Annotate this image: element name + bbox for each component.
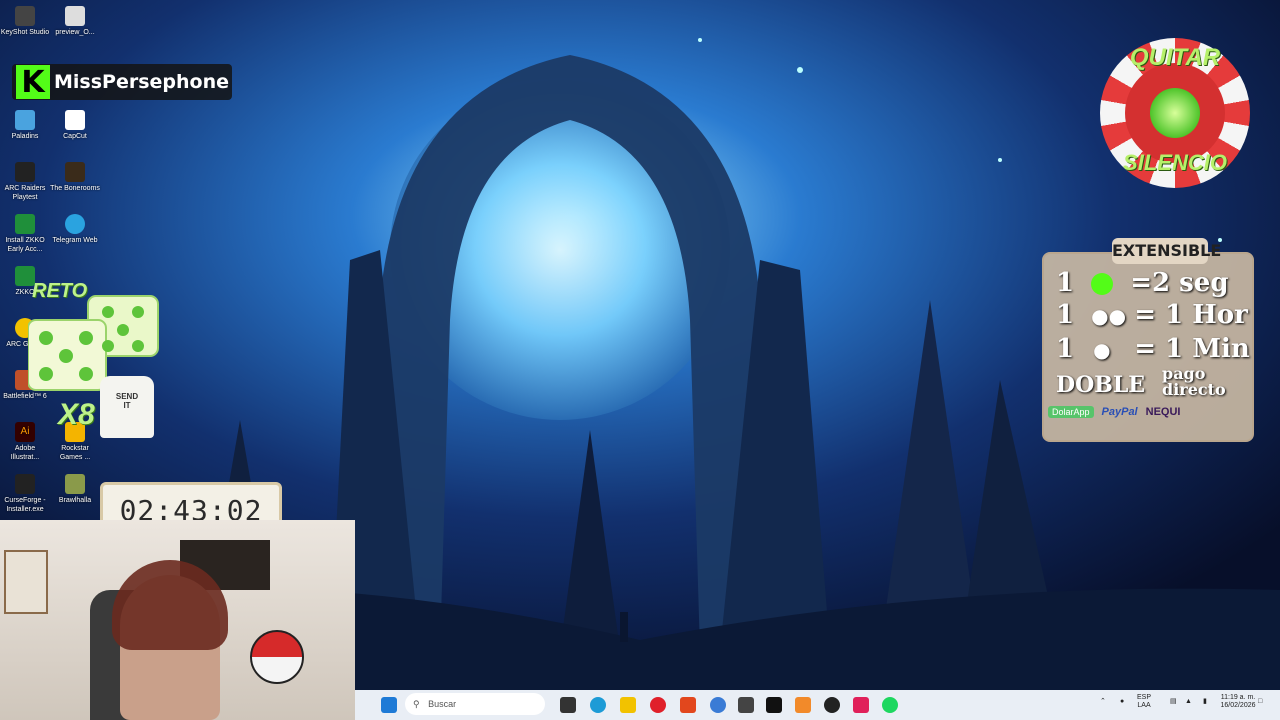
app-icon[interactable] bbox=[738, 697, 754, 713]
paladins-icon bbox=[15, 110, 35, 130]
desktop-icon-bonerooms[interactable]: The Bonerooms bbox=[50, 162, 100, 193]
extensible-panel: EXTENSIBLE 1 =2 seg 1 ●● = 1 Hor 1 ● = 1… bbox=[1042, 238, 1254, 442]
shirt-text: SEND IT bbox=[115, 392, 139, 410]
dolarapp-badge: DolarApp bbox=[1048, 406, 1094, 418]
bonerooms-icon bbox=[65, 162, 85, 182]
panel-row-double: DOBLE bbox=[1056, 372, 1146, 398]
streamer-name: MissPersephone bbox=[54, 71, 230, 93]
zkko-icon bbox=[15, 214, 35, 234]
brawlhalla-icon bbox=[65, 474, 85, 494]
capcut-icon bbox=[65, 110, 85, 130]
figure-silhouette bbox=[620, 612, 628, 642]
arc-raiders-taskbar-icon[interactable] bbox=[766, 697, 782, 713]
blender-icon[interactable] bbox=[795, 697, 811, 713]
quit-silence-top: QUITAR bbox=[1129, 44, 1221, 71]
microphone-icon[interactable]: ● bbox=[1120, 698, 1124, 706]
skull-icon bbox=[1150, 88, 1200, 138]
volume-icon[interactable]: ▲ bbox=[1185, 698, 1192, 706]
desktop-icon-paladins[interactable]: Paladins bbox=[0, 110, 50, 141]
edge-icon[interactable] bbox=[590, 697, 606, 713]
webcam-easel bbox=[4, 550, 48, 614]
task-view-icon[interactable] bbox=[560, 697, 576, 713]
battery-icon[interactable]: ▮ bbox=[1203, 698, 1207, 706]
panel-row-follow: 1 ● = 1 Min bbox=[1056, 334, 1250, 364]
file-icon bbox=[65, 6, 85, 26]
desktop-icon-telegram[interactable]: Telegram Web bbox=[50, 214, 100, 245]
notifications-icon[interactable]: □ bbox=[1258, 698, 1262, 706]
obs-icon[interactable] bbox=[824, 697, 840, 713]
users-icon: ●● bbox=[1091, 304, 1127, 328]
nequi-label: NEQUI bbox=[1145, 406, 1181, 418]
keyshot-icon bbox=[15, 6, 35, 26]
copilot-icon[interactable] bbox=[710, 697, 726, 713]
desktop-icon-brawlhalla[interactable]: Brawlhalla bbox=[50, 474, 100, 505]
tray-chevron-icon[interactable]: ⌃ bbox=[1100, 698, 1106, 706]
desktop-icon-curseforge[interactable]: CurseForge - Installer.exe bbox=[0, 474, 50, 514]
panel-title: EXTENSIBLE bbox=[1112, 238, 1221, 264]
search-icon: ⚲ bbox=[413, 699, 420, 709]
language-indicator[interactable]: ESP LAA bbox=[1137, 694, 1151, 710]
streamer-banner: K MissPersephone bbox=[12, 64, 232, 100]
payment-methods: DolarApp PayPal NEQUI bbox=[1048, 406, 1248, 418]
spotify-icon[interactable] bbox=[882, 697, 898, 713]
challenge-overlay: RETO X8 SEND IT bbox=[28, 280, 178, 445]
desktop-icon-arc-raiders[interactable]: ARC Raiders Playtest bbox=[0, 162, 50, 202]
desktop-icon-capcut[interactable]: CapCut bbox=[50, 110, 100, 141]
quit-silence-bottom: SILENCIO bbox=[1123, 150, 1227, 175]
follow-icon: ● bbox=[1093, 338, 1111, 362]
windows-start-icon[interactable] bbox=[381, 697, 397, 713]
search-placeholder: Buscar bbox=[428, 699, 457, 709]
taskbar: ⚲ Buscar ⌃ ● ESP LAA ▤ ▲ ▮ 11:19 a. m. 1… bbox=[355, 690, 1280, 720]
curseforge-icon bbox=[15, 474, 35, 494]
panel-row-subs: 1 ●● = 1 Hor bbox=[1056, 300, 1248, 330]
quit-silence-badge[interactable]: QUITAR SILENCIO bbox=[1100, 38, 1250, 188]
pokeball-icon bbox=[250, 630, 304, 684]
webcam-feed bbox=[0, 520, 355, 720]
file-explorer-icon[interactable] bbox=[620, 697, 636, 713]
brave-icon[interactable] bbox=[680, 697, 696, 713]
tiktok-icon[interactable] bbox=[853, 697, 869, 713]
kick-logo-icon: K bbox=[16, 65, 50, 100]
shirt-image: SEND IT bbox=[100, 376, 154, 438]
kick-icon bbox=[1091, 273, 1114, 295]
challenge-multiplier: X8 bbox=[58, 398, 95, 431]
paypal-label: PayPal bbox=[1101, 406, 1138, 418]
panel-row-kick: 1 =2 seg bbox=[1056, 268, 1229, 298]
desktop-icon-preview[interactable]: preview_O... bbox=[50, 6, 100, 37]
arc-raiders-icon bbox=[15, 162, 35, 182]
desktop-icon-zkko-install[interactable]: Install ZKKO Early Acc... bbox=[0, 214, 50, 254]
opera-icon[interactable] bbox=[650, 697, 666, 713]
telegram-icon bbox=[65, 214, 85, 234]
clock[interactable]: 11:19 a. m. 16/02/2026 bbox=[1213, 694, 1263, 710]
desktop-icon-keyshot[interactable]: KeyShot Studio bbox=[0, 6, 50, 37]
network-icon[interactable]: ▤ bbox=[1170, 698, 1177, 706]
search-box[interactable]: ⚲ Buscar bbox=[405, 693, 545, 715]
